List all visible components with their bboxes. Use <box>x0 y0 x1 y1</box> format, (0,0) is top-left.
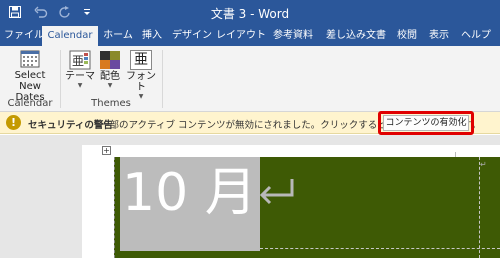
calendar-group-label: Calendar <box>7 98 53 109</box>
tab-design[interactable]: デザイン <box>172 26 212 46</box>
ribbon-tabs: ファイル Calendar ホーム 挿入 デザイン レイアウト 参考資料 差し込… <box>0 26 500 46</box>
month-text[interactable]: 10 月 <box>122 163 257 223</box>
select-new-dates-button[interactable]: Select New Dates <box>6 50 54 103</box>
table-gridline <box>479 157 480 258</box>
fonts-icon: 亜 <box>130 50 152 70</box>
table-move-handle-icon[interactable]: + <box>102 146 111 155</box>
theme-label: テーマ <box>65 71 95 82</box>
colors-button[interactable]: 配色 ▼ <box>96 50 124 89</box>
group-divider <box>162 50 163 108</box>
window-title: 文書 3 - Word <box>210 7 290 21</box>
fonts-label: フォント <box>126 71 156 93</box>
tab-insert[interactable]: 挿入 <box>140 26 164 46</box>
paragraph-return-icon <box>259 179 294 205</box>
tab-references[interactable]: 参考資料 <box>270 26 316 46</box>
group-divider <box>60 50 61 108</box>
tab-mailings[interactable]: 差し込み文書 <box>324 26 388 46</box>
theme-icon: 亜 <box>69 50 91 70</box>
colors-icon <box>100 51 120 69</box>
warning-icon: ! <box>6 115 21 130</box>
themes-group-label: Themes <box>91 98 131 109</box>
end-of-cell-mark-icon: ↵ <box>480 160 487 169</box>
tab-help[interactable]: ヘルプ <box>458 26 494 46</box>
fonts-button[interactable]: 亜 フォント ▼ <box>124 50 158 100</box>
ribbon: Select New Dates Calendar 亜 テーマ ▼ 配色 ▼ 亜… <box>0 46 500 112</box>
tab-layout[interactable]: レイアウト <box>216 26 266 46</box>
theme-dropdown-icon: ▼ <box>77 82 83 89</box>
tab-calendar[interactable]: Calendar <box>42 26 98 46</box>
tab-review[interactable]: 校閲 <box>395 26 419 46</box>
svg-text:亜: 亜 <box>72 54 84 68</box>
colors-label: 配色 <box>100 71 120 82</box>
title-bar: 文書 3 - Word <box>0 0 500 26</box>
enable-content-button[interactable]: コンテンツの有効化 <box>383 115 469 131</box>
calendar-grid-icon <box>20 50 40 68</box>
tab-view[interactable]: 表示 <box>427 26 451 46</box>
table-gridline <box>260 248 500 249</box>
theme-button[interactable]: 亜 テーマ ▼ <box>64 50 96 89</box>
tab-home[interactable]: ホーム <box>103 26 133 46</box>
table-gridline <box>114 157 115 258</box>
select-dates-label-line1: Select <box>14 70 46 81</box>
colors-dropdown-icon: ▼ <box>107 82 113 89</box>
tab-file[interactable]: ファイル <box>4 26 44 46</box>
